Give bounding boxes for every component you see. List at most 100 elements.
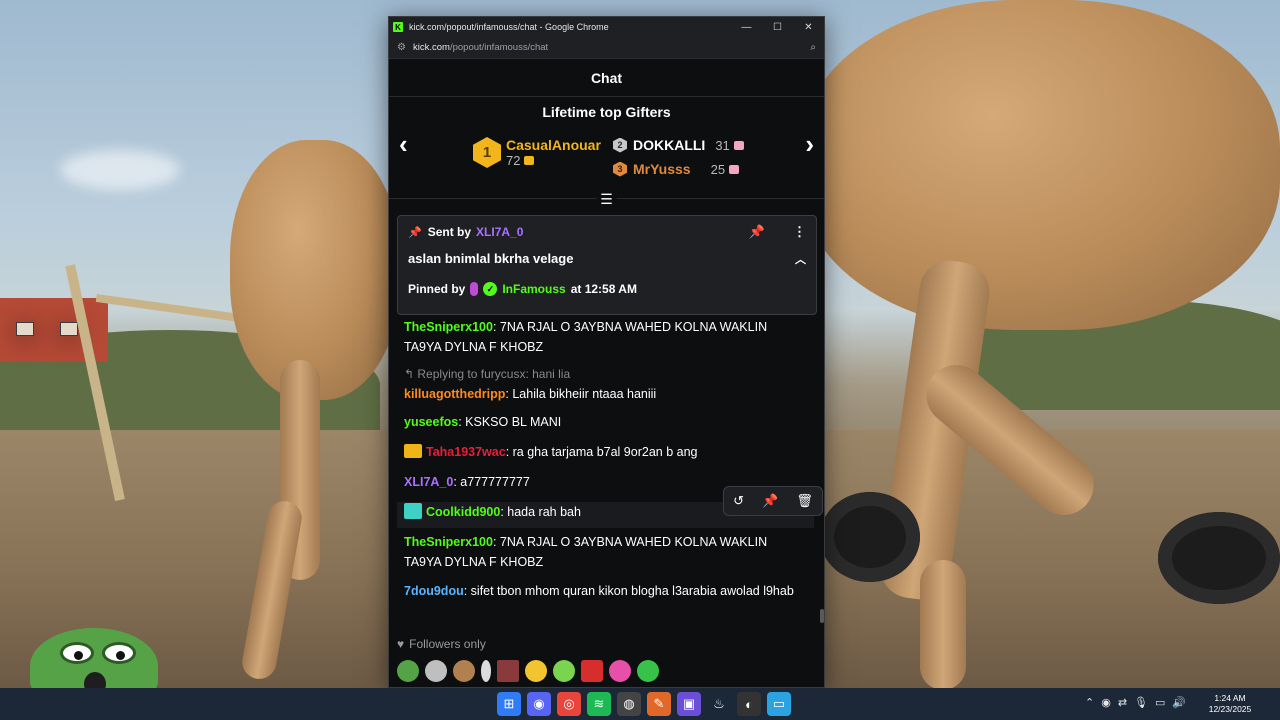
reply-context[interactable]: ↰ Replying to furycusx: hani lia (404, 365, 798, 385)
steam-icon[interactable]: ♨ (707, 692, 731, 716)
chat-text: : sifet tbon mhom quran kikon blogha l3a… (463, 584, 794, 598)
unpin-icon[interactable]: 📌 (749, 224, 765, 240)
chat-username[interactable]: killuagotthedripp (404, 387, 505, 401)
close-icon[interactable]: ✕ (793, 17, 824, 37)
monitor-icon[interactable]: ▭ (1155, 696, 1165, 709)
chat-message: TheSniperx100: 7NA RJAL O 3AYBNA WAHED K… (404, 318, 798, 357)
spotify-icon[interactable]: ≋ (587, 692, 611, 716)
chevron-up-icon[interactable]: ⌃ (1085, 696, 1094, 709)
url-text[interactable]: kick.com/popout/infamouss/chat (413, 42, 810, 53)
pinned-time: at 12:58 AM (570, 282, 637, 296)
skull-emote[interactable] (425, 660, 447, 682)
pin-message-icon[interactable]: 📌 (762, 493, 778, 509)
pinned-text: aslan bnimlal bkrha velage (408, 251, 574, 266)
title-bar[interactable]: K kick.com/popout/infamouss/chat - Googl… (389, 17, 824, 37)
red-face-emote[interactable] (581, 660, 603, 682)
chat-text: : hada rah bah (500, 505, 581, 519)
green-face-emote[interactable] (637, 660, 659, 682)
minimize-icon[interactable]: — (731, 17, 762, 37)
pinned-by-user[interactable]: InFamouss (502, 282, 565, 296)
taskbar: ⊞ ◉ ◎ ≋ ◍ ✎ ▣ ♨ ◐ ▭ ⌃ ◉ ⇄ 🎙 ▭ 🔊 1:24 AM … (0, 688, 1280, 720)
delete-icon[interactable]: 🗑 (796, 493, 813, 509)
clock[interactable]: 1:24 AM 12/23/2025 (1208, 693, 1252, 715)
chat-message: Taha1937wac: ra gha tarjama b7al 9or2an … (404, 443, 798, 463)
chat-title: Chat (389, 59, 824, 97)
brick-emote[interactable] (497, 660, 519, 682)
chat-username[interactable]: Taha1937wac (426, 445, 506, 459)
window-title: kick.com/popout/infamouss/chat - Google … (409, 22, 609, 32)
gift-icon (729, 164, 740, 174)
verified-icon: ✓ (483, 282, 498, 296)
discord-icon[interactable]: ◉ (527, 692, 551, 716)
mic-emote[interactable] (481, 660, 491, 682)
gifter-rank-1[interactable]: 1 CasualAnouar 72 (473, 137, 601, 168)
chat-username[interactable]: 7dou9dou (404, 584, 464, 598)
message-actions-toolbar: ↺ 📌 🗑 (723, 486, 823, 516)
pinned-message: 📌 Sent by XLI7A_0 📌 ⋮ aslan bnimlal bkrh… (397, 215, 817, 315)
zoom-icon[interactable]: ⌕ (810, 42, 816, 53)
rank-badge: 3 (613, 161, 627, 177)
github-icon[interactable]: ◐ (737, 692, 761, 716)
chevron-up-icon[interactable]: ︿ (795, 251, 806, 267)
gifter-name: CasualAnouar (506, 137, 601, 153)
chat-message: yuseefos: KSKSO BL MANI (404, 413, 798, 433)
camel-emote[interactable] (453, 660, 475, 682)
gifter-rank-2[interactable]: 2 DOKKALLI 31 (613, 137, 744, 153)
crown-badge-icon (404, 444, 422, 458)
discord-tray-icon[interactable]: ◉ (1101, 696, 1111, 709)
gift-count: 72 (506, 153, 521, 168)
system-tray: ⌃ ◉ ⇄ 🎙 ▭ 🔊 (1085, 696, 1186, 709)
pinned-sender[interactable]: XLI7A_0 (476, 225, 523, 239)
chat-username[interactable]: XLI7A_0 (404, 475, 453, 489)
maximize-icon[interactable]: ☐ (762, 17, 793, 37)
gifter-name: MrYusss (633, 161, 691, 177)
expand-menu-icon[interactable]: ☰ (596, 191, 617, 208)
followers-only-label: Followers only (409, 637, 486, 651)
gifter-name: DOKKALLI (633, 137, 706, 153)
scrollbar[interactable] (820, 609, 824, 623)
halo-emote[interactable] (553, 660, 575, 682)
display-icon[interactable]: ▭ (767, 692, 791, 716)
chat-username[interactable]: yuseefos (404, 415, 458, 429)
gifter-rank-3[interactable]: 3 MrYusss 25 (613, 161, 740, 177)
clock-date: 12/23/2025 (1208, 704, 1252, 714)
volume-icon[interactable]: 🔊 (1172, 696, 1186, 709)
gifters-title: Lifetime top Gifters (542, 104, 671, 120)
reply-icon[interactable]: ↺ (733, 493, 744, 509)
chat-message: ↰ Replying to furycusx: hani lia killuag… (404, 365, 798, 404)
network-icon[interactable]: ⇄ (1118, 696, 1127, 709)
address-bar[interactable]: ⚙ kick.com/popout/infamouss/chat ⌕ (389, 37, 824, 59)
chat-username[interactable]: TheSniperx100 (404, 320, 493, 334)
sad-emote[interactable] (525, 660, 547, 682)
pepe-emote[interactable] (397, 660, 419, 682)
chat-username[interactable]: Coolkidd900 (426, 505, 500, 519)
rank-badge: 2 (613, 137, 627, 153)
obs-icon[interactable]: ◍ (617, 692, 641, 716)
top-gifters-panel: Lifetime top Gifters ‹ › 1 CasualAnouar … (389, 97, 824, 208)
site-settings-icon[interactable]: ⚙ (397, 42, 413, 53)
more-options-icon[interactable]: ⋮ (793, 224, 806, 240)
clown-emote[interactable] (609, 660, 631, 682)
gift-icon (524, 156, 535, 165)
chrome-icon[interactable]: ◎ (557, 692, 581, 716)
chat-text: : ra gha tarjama b7al 9or2an b ang (505, 445, 698, 459)
chevron-left-icon[interactable]: ‹ (399, 131, 408, 157)
microphone-icon[interactable]: 🎙 (1134, 696, 1148, 709)
chat-text: : Lahila bikheiir ntaaa haniii (505, 386, 657, 401)
chat-message: TheSniperx100: 7NA RJAL O 3AYBNA WAHED K… (404, 533, 798, 572)
rank-badge: 1 (473, 137, 501, 168)
chat-text: : a777777777 (453, 475, 530, 489)
chevron-right-icon[interactable]: › (805, 131, 814, 157)
chat-message: 7dou9dou: sifet tbon mhom quran kikon bl… (404, 582, 798, 602)
gift-count: 25 (710, 161, 726, 177)
clock-time: 1:24 AM (1214, 693, 1246, 703)
kick-logo-icon: K (393, 22, 403, 32)
windows-start-icon[interactable]: ⊞ (497, 692, 521, 716)
pin-icon: 📌 (408, 226, 422, 239)
app-icon[interactable]: ✎ (647, 692, 671, 716)
chat-username[interactable]: TheSniperx100 (404, 535, 493, 549)
chrome-popup-window: K kick.com/popout/infamouss/chat - Googl… (388, 16, 825, 688)
editor-icon[interactable]: ▣ (677, 692, 701, 716)
pinned-by-label: Pinned by (408, 282, 466, 296)
emote-bar (397, 660, 659, 682)
